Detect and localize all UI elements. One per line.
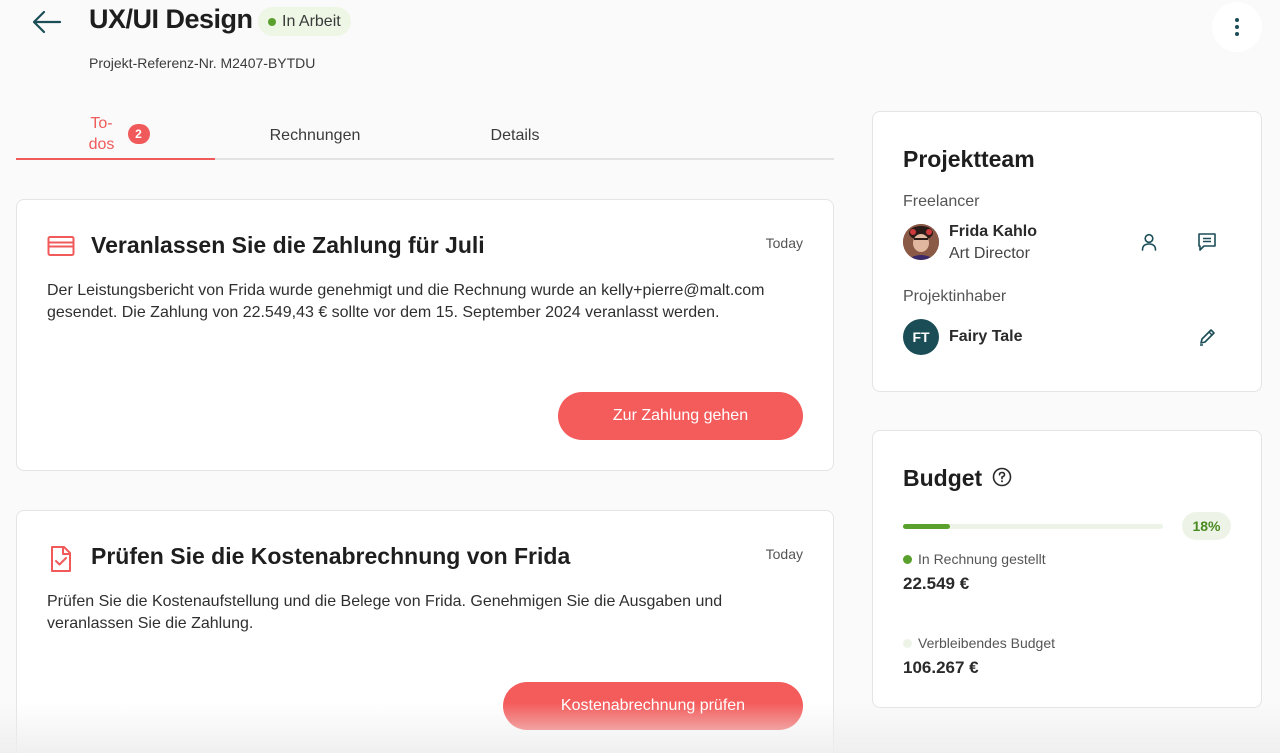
todo-card-payment: Veranlassen Sie die Zahlung für Juli Tod…	[16, 199, 834, 471]
credit-card-icon	[47, 234, 75, 258]
invoiced-amount: 22.549 €	[903, 574, 970, 593]
todo-description: Prüfen Sie die Kostenaufstellung und die…	[47, 593, 723, 632]
project-reference: Projekt-Referenz-Nr. M2407-BYTDU	[89, 55, 316, 71]
tab-todos[interactable]: To-dos 2	[16, 112, 215, 160]
freelancer-label: Freelancer	[903, 193, 980, 210]
budget-percent-badge: 18%	[1182, 512, 1231, 540]
panel-title: Projektteam	[903, 146, 1035, 172]
status-label: In Arbeit	[282, 12, 341, 30]
vertical-dots-icon	[1235, 18, 1239, 36]
owner-name: Fairy Tale	[949, 328, 1023, 345]
tab-rechnungen-label: Rechnungen	[269, 127, 361, 144]
status-badge: In Arbeit	[258, 7, 351, 36]
remaining-dot-icon	[903, 638, 912, 648]
budget-panel: Budget 18% In Rechnung gestellt 22.549 €…	[872, 430, 1262, 708]
invoiced-label: In Rechnung gestellt	[918, 551, 1046, 567]
remaining-legend: Verbleibendes Budget	[903, 635, 1055, 651]
todo-title: Veranlassen Sie die Zahlung für Juli	[91, 232, 485, 258]
freelancer-role: Art Director	[949, 245, 1030, 262]
freelancer-name: Frida Kahlo	[949, 223, 1038, 240]
active-tab-indicator	[16, 158, 215, 160]
tab-details[interactable]: Details	[415, 112, 615, 160]
portrait-icon	[903, 224, 939, 260]
todo-date: Today	[765, 235, 803, 251]
project-page: UX/UI Design In Arbeit Projekt-Referenz-…	[0, 0, 1280, 753]
todo-title: Prüfen Sie die Kostenabrechnung von Frid…	[91, 543, 571, 569]
go-to-payment-button[interactable]: Zur Zahlung gehen	[558, 392, 803, 440]
todo-date: Today	[765, 546, 803, 562]
tab-todos-label: To-dos	[88, 115, 115, 153]
panel-title: Budget	[903, 465, 983, 491]
todo-card-expense-review: Prüfen Sie die Kostenabrechnung von Frid…	[16, 510, 834, 753]
tab-rechnungen[interactable]: Rechnungen	[215, 112, 415, 160]
owner-label: Projektinhaber	[903, 288, 1007, 305]
back-arrow-icon[interactable]	[30, 8, 64, 36]
tab-details-label: Details	[490, 127, 540, 144]
edit-pencil-icon[interactable]	[1195, 325, 1219, 349]
review-expenses-button[interactable]: Kostenabrechnung prüfen	[503, 682, 803, 730]
help-question-icon[interactable]	[992, 467, 1012, 487]
page-title: UX/UI Design	[89, 4, 253, 34]
message-icon[interactable]	[1195, 230, 1219, 254]
budget-progress-bar	[903, 524, 1163, 529]
profile-icon[interactable]	[1137, 230, 1161, 254]
invoiced-legend: In Rechnung gestellt	[903, 551, 1046, 567]
tab-bar: To-dos 2 Rechnungen Details	[16, 112, 834, 160]
more-options-button[interactable]	[1212, 2, 1262, 52]
remaining-amount: 106.267 €	[903, 658, 979, 677]
status-dot-icon	[268, 17, 276, 26]
project-team-panel: Projektteam Freelancer Frida Kahlo Art D…	[872, 111, 1262, 392]
document-check-icon	[47, 545, 75, 572]
owner-avatar: FT	[903, 319, 939, 355]
todo-description: Der Leistungsbericht von Frida wurde gen…	[47, 282, 765, 321]
invoiced-dot-icon	[903, 554, 912, 564]
tab-todos-count-badge: 2	[127, 124, 150, 144]
budget-progress-fill	[903, 524, 950, 529]
freelancer-avatar	[903, 224, 939, 260]
remaining-label: Verbleibendes Budget	[918, 635, 1055, 651]
